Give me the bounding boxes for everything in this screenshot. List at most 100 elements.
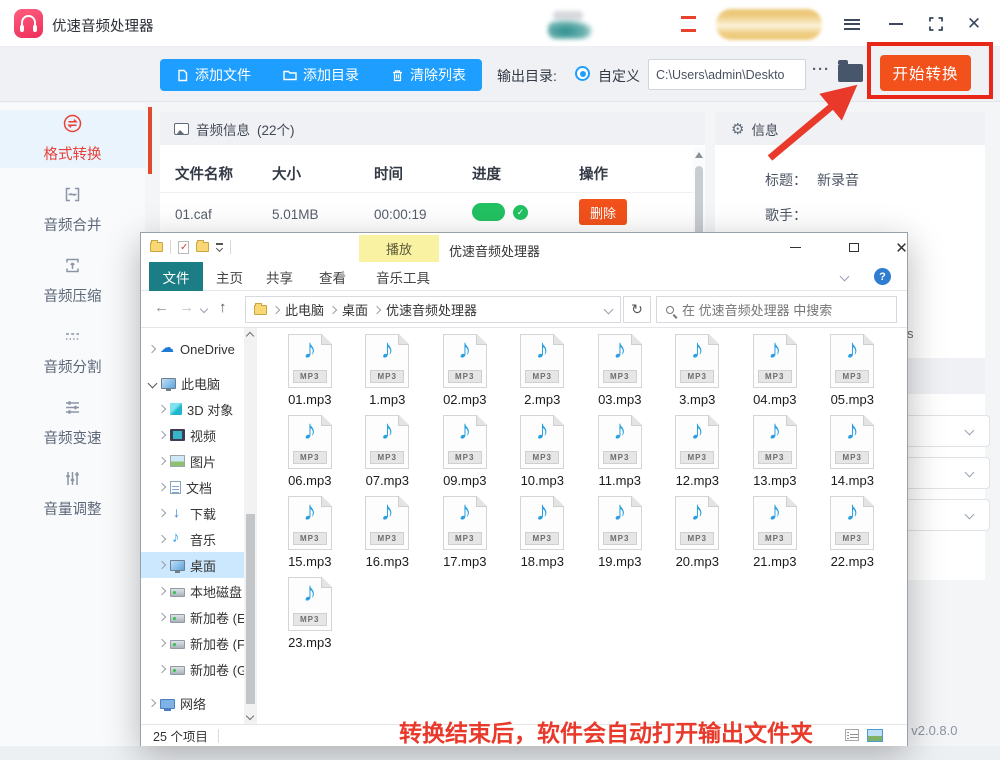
minimize-button[interactable]	[884, 12, 908, 36]
file-item[interactable]: ♪ MP3 1.mp3	[349, 334, 427, 407]
file-item[interactable]: ♪ MP3 18.mp3	[504, 496, 582, 569]
file-item[interactable]: ♪ MP3 20.mp3	[659, 496, 737, 569]
tree-item-此电脑[interactable]: 此电脑	[141, 370, 244, 396]
close-button[interactable]: ✕	[962, 12, 986, 36]
expander-icon[interactable]	[147, 378, 158, 388]
tree-scrollbar[interactable]	[244, 328, 257, 724]
tree-item-网络[interactable]: 网络	[141, 690, 244, 716]
expander-icon[interactable]	[157, 482, 167, 492]
add-folder-button[interactable]: 添加目录	[267, 59, 375, 91]
scroll-thumb[interactable]	[246, 514, 255, 704]
folder-icon[interactable]	[150, 240, 163, 252]
expander-icon[interactable]	[157, 586, 167, 596]
file-item[interactable]: ♪ MP3 05.mp3	[814, 334, 892, 407]
expander-icon[interactable]	[157, 560, 167, 570]
history-chevron-icon[interactable]	[199, 304, 209, 314]
file-item[interactable]: ♪ MP3 01.mp3	[271, 334, 349, 407]
tab-file[interactable]: 文件	[149, 262, 203, 291]
thumbnail-view-icon[interactable]	[867, 729, 883, 742]
back-icon[interactable]: ←	[154, 299, 169, 316]
tree-item-桌面[interactable]: 桌面	[141, 552, 244, 578]
custom-radio[interactable]	[575, 66, 590, 81]
address-dropdown-icon[interactable]	[603, 304, 614, 315]
refresh-icon[interactable]: ↻	[623, 296, 651, 323]
file-item[interactable]: ♪ MP3 17.mp3	[426, 496, 504, 569]
tree-item-新加卷 (E[interactable]: 新加卷 (E	[141, 604, 244, 630]
help-icon[interactable]: ?	[874, 268, 891, 285]
up-icon[interactable]: ↑	[219, 299, 227, 316]
properties-check-icon[interactable]	[178, 240, 189, 254]
expander-icon[interactable]	[157, 404, 167, 414]
breadcrumb-item[interactable]: 桌面	[342, 300, 368, 319]
tree-item-文档[interactable]: 文档	[141, 474, 244, 500]
file-item[interactable]: ♪ MP3 06.mp3	[271, 415, 349, 488]
explorer-minimize-button[interactable]	[773, 233, 818, 262]
file-item[interactable]: ♪ MP3 10.mp3	[504, 415, 582, 488]
tree-item-本地磁盘[interactable]: 本地磁盘	[141, 578, 244, 604]
file-item[interactable]: ♪ MP3 19.mp3	[581, 496, 659, 569]
file-item[interactable]: ♪ MP3 22.mp3	[814, 496, 892, 569]
expander-icon[interactable]	[157, 638, 167, 648]
file-item[interactable]: ♪ MP3 23.mp3	[271, 577, 349, 650]
expander-icon[interactable]	[157, 430, 167, 440]
search-input[interactable]: 在 优速音频处理器 中搜索	[656, 296, 897, 323]
tree-item-3D 对象[interactable]: 3D 对象	[141, 396, 244, 422]
expander-icon[interactable]	[157, 456, 167, 466]
menu-icon[interactable]	[840, 12, 864, 36]
customize-quickaccess-icon[interactable]	[215, 243, 224, 252]
file-item[interactable]: ♪ MP3 3.mp3	[659, 334, 737, 407]
file-item[interactable]: ♪ MP3 21.mp3	[736, 496, 814, 569]
file-item[interactable]: ♪ MP3 16.mp3	[349, 496, 427, 569]
file-item[interactable]: ♪ MP3 03.mp3	[581, 334, 659, 407]
file-item[interactable]: ♪ MP3 09.mp3	[426, 415, 504, 488]
add-file-button[interactable]: 添加文件	[160, 59, 267, 91]
file-item[interactable]: ♪ MP3 11.mp3	[581, 415, 659, 488]
contextual-tab-group[interactable]: 播放	[359, 235, 439, 262]
clear-list-button[interactable]: 清除列表	[375, 59, 482, 91]
tree-item-视频[interactable]: 视频	[141, 422, 244, 448]
sidebar-item-5[interactable]: 音频变速	[0, 394, 145, 452]
expander-icon[interactable]	[157, 534, 167, 544]
tree-item-图片[interactable]: 图片	[141, 448, 244, 474]
scroll-up-icon[interactable]	[245, 331, 255, 341]
expander-icon[interactable]	[147, 344, 157, 354]
expander-icon[interactable]	[157, 664, 167, 674]
tree-item-新加卷 (F[interactable]: 新加卷 (F	[141, 630, 244, 656]
scroll-down-icon[interactable]	[245, 711, 255, 721]
explorer-maximize-button[interactable]	[831, 233, 876, 262]
file-item[interactable]: ♪ MP3 14.mp3	[814, 415, 892, 488]
tree-item-OneDrive[interactable]: OneDrive	[141, 336, 244, 362]
delete-button[interactable]: 删除	[579, 199, 627, 225]
breadcrumb-item[interactable]: 优速音频处理器	[386, 300, 477, 319]
blurred-vip-button[interactable]	[716, 9, 822, 40]
file-item[interactable]: ♪ MP3 13.mp3	[736, 415, 814, 488]
tab-view[interactable]: 查看	[319, 262, 346, 291]
new-folder-icon[interactable]	[196, 240, 209, 252]
tab-share[interactable]: 共享	[266, 262, 293, 291]
scroll-up-icon[interactable]	[695, 152, 703, 158]
file-item[interactable]: ♪ MP3 04.mp3	[736, 334, 814, 407]
file-item[interactable]: ♪ MP3 2.mp3	[504, 334, 582, 407]
sidebar-item-3[interactable]: 音频压缩	[0, 252, 145, 310]
file-item[interactable]: ♪ MP3 02.mp3	[426, 334, 504, 407]
tab-home[interactable]: 主页	[216, 262, 243, 291]
sidebar-item-4[interactable]: 音频分割	[0, 323, 145, 381]
explorer-close-button[interactable]: ✕	[879, 233, 924, 262]
file-item[interactable]: ♪ MP3 15.mp3	[271, 496, 349, 569]
forward-icon[interactable]: →	[179, 299, 194, 316]
tree-item-下载[interactable]: 下载	[141, 500, 244, 526]
expander-icon[interactable]	[157, 508, 167, 518]
maximize-button[interactable]	[924, 12, 948, 36]
file-item[interactable]: ♪ MP3 07.mp3	[349, 415, 427, 488]
expander-icon[interactable]	[157, 612, 167, 622]
sidebar-item-2[interactable]: 音频合并	[0, 181, 145, 239]
address-bar[interactable]: 此电脑 桌面 优速音频处理器	[245, 296, 621, 323]
sidebar-item-6[interactable]: 音量调整	[0, 465, 145, 523]
ribbon-collapse-icon[interactable]	[839, 271, 850, 282]
expander-icon[interactable]	[147, 698, 157, 708]
sidebar-item-1[interactable]: 格式转换	[0, 110, 145, 168]
file-item[interactable]: ♪ MP3 12.mp3	[659, 415, 737, 488]
breadcrumb-item[interactable]: 此电脑	[285, 300, 324, 319]
tree-item-音乐[interactable]: 音乐	[141, 526, 244, 552]
browse-more-button[interactable]: ···	[812, 61, 830, 78]
